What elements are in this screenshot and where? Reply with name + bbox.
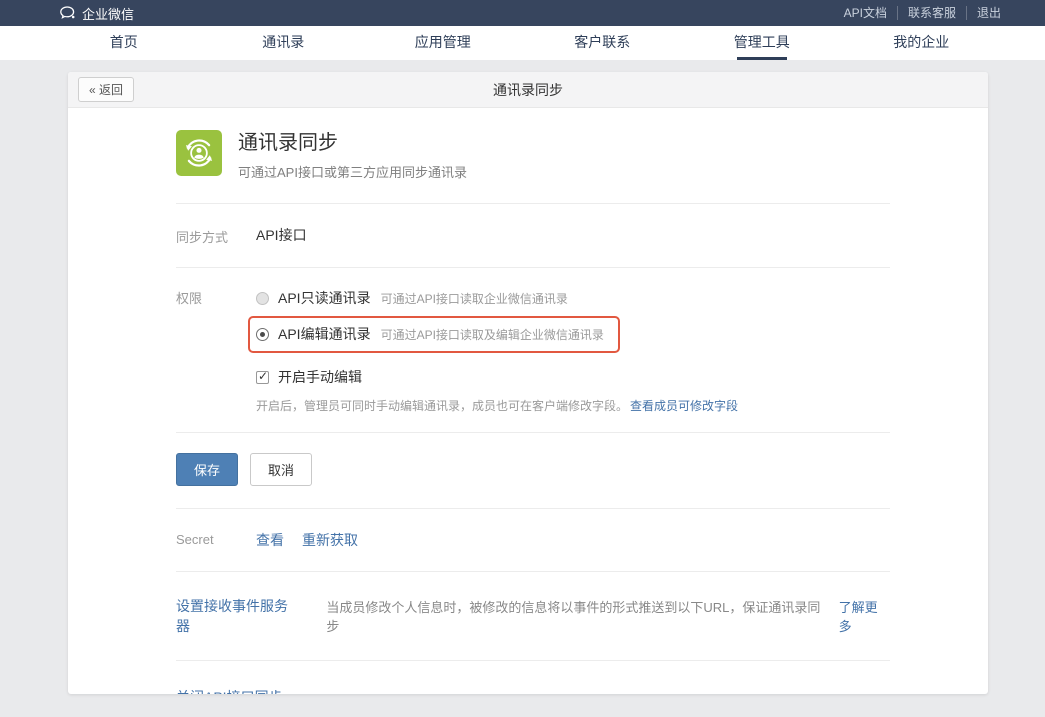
callback-server-row: 设置接收事件服务器 当成员修改个人信息时，被修改的信息将以事件的形式推送到以下U… bbox=[68, 572, 988, 660]
highlight-annotation-box: API编辑通讯录 可通过API接口读取及编辑企业微信通讯录 bbox=[248, 316, 620, 353]
permission-options: API只读通讯录 可通过API接口读取企业微信通讯录 API编辑通讯录 可通过A… bbox=[256, 286, 738, 414]
nav-item-home[interactable]: 首页 bbox=[44, 26, 204, 60]
radio-api-readonly-label[interactable]: API只读通讯录 bbox=[278, 288, 371, 308]
back-button[interactable]: « 返回 bbox=[78, 77, 134, 102]
radio-api-readonly[interactable] bbox=[256, 292, 269, 305]
close-api-sync-link[interactable]: 关闭API接口同步 bbox=[176, 689, 283, 694]
checkbox-manual-edit-label[interactable]: 开启手动编辑 bbox=[278, 367, 362, 387]
page-title: 通讯录同步 bbox=[68, 80, 988, 100]
app-title: 通讯录同步 bbox=[238, 131, 467, 156]
card-header: « 返回 通讯录同步 bbox=[68, 72, 988, 108]
nav-item-apps[interactable]: 应用管理 bbox=[363, 26, 523, 60]
checkbox-manual-edit[interactable] bbox=[256, 371, 269, 384]
app-subtitle: 可通过API接口或第三方应用同步通讯录 bbox=[238, 162, 467, 181]
contacts-sync-icon bbox=[176, 130, 222, 176]
page-background: « 返回 通讯录同步 通讯录同步 可通过API接口或第三方应用同步通讯录 bbox=[0, 60, 1045, 717]
topbar-link-contact-support[interactable]: 联系客服 bbox=[897, 6, 966, 20]
learn-more-link[interactable]: 了解更多 bbox=[839, 597, 890, 635]
action-buttons-row: 保存 取消 bbox=[68, 433, 988, 508]
app-titles: 通讯录同步 可通过API接口或第三方应用同步通讯录 bbox=[238, 130, 467, 181]
secret-refresh-link[interactable]: 重新获取 bbox=[302, 530, 358, 550]
radio-api-edit[interactable] bbox=[256, 328, 269, 341]
secret-label: Secret bbox=[176, 530, 256, 550]
nav-item-admin-tools[interactable]: 管理工具 bbox=[682, 26, 842, 60]
close-api-sync-row: 关闭API接口同步 bbox=[68, 661, 988, 694]
permission-option-edit: API编辑通讯录 可通过API接口读取及编辑企业微信通讯录 bbox=[256, 322, 604, 346]
set-callback-server-link[interactable]: 设置接收事件服务器 bbox=[176, 596, 300, 636]
view-editable-fields-link[interactable]: 查看成员可修改字段 bbox=[630, 399, 738, 413]
topbar-link-api-docs[interactable]: API文档 bbox=[834, 6, 897, 20]
nav-item-customer[interactable]: 客户联系 bbox=[523, 26, 683, 60]
permission-label: 权限 bbox=[176, 286, 256, 414]
save-button[interactable]: 保存 bbox=[176, 453, 238, 486]
topbar-links: API文档 联系客服 退出 bbox=[834, 6, 1001, 20]
nav-item-my-company[interactable]: 我的企业 bbox=[842, 26, 1002, 60]
sync-method-row: 同步方式 API接口 bbox=[68, 204, 988, 267]
main-nav: 首页 通讯录 应用管理 客户联系 管理工具 我的企业 bbox=[0, 26, 1045, 60]
sync-method-label: 同步方式 bbox=[176, 225, 256, 246]
brand[interactable]: 企业微信 bbox=[60, 4, 134, 23]
permission-row: 权限 API只读通讯录 可通过API接口读取企业微信通讯录 API编辑通讯录 可… bbox=[68, 268, 988, 432]
secret-row: Secret 查看 重新获取 bbox=[68, 509, 988, 571]
secret-links: 查看 重新获取 bbox=[256, 530, 358, 550]
manual-edit-line: 开启手动编辑 bbox=[256, 367, 738, 387]
secret-view-link[interactable]: 查看 bbox=[256, 530, 284, 550]
manual-edit-desc-text: 开启后，管理员可同时手动编辑通讯录，成员也可在客户端修改字段。 bbox=[256, 399, 628, 413]
radio-api-edit-label[interactable]: API编辑通讯录 bbox=[278, 324, 371, 344]
manual-edit-desc: 开启后，管理员可同时手动编辑通讯录，成员也可在客户端修改字段。查看成员可修改字段 bbox=[256, 397, 738, 414]
topbar-link-logout[interactable]: 退出 bbox=[966, 6, 1001, 20]
permission-option-readonly: API只读通讯录 可通过API接口读取企业微信通讯录 bbox=[256, 286, 738, 310]
brand-label: 企业微信 bbox=[82, 4, 134, 23]
cancel-button[interactable]: 取消 bbox=[250, 453, 312, 486]
app-heading-row: 通讯录同步 可通过API接口或第三方应用同步通讯录 bbox=[68, 108, 988, 203]
sync-method-value: API接口 bbox=[256, 225, 307, 246]
topbar: 企业微信 API文档 联系客服 退出 bbox=[0, 0, 1045, 26]
callback-server-desc: 当成员修改个人信息时，被修改的信息将以事件的形式推送到以下URL，保证通讯录同步 bbox=[326, 597, 826, 635]
radio-api-edit-desc: 可通过API接口读取及编辑企业微信通讯录 bbox=[381, 326, 604, 343]
wechat-work-logo-icon bbox=[60, 6, 76, 20]
radio-api-readonly-desc: 可通过API接口读取企业微信通讯录 bbox=[381, 290, 568, 307]
contact-sync-card: « 返回 通讯录同步 通讯录同步 可通过API接口或第三方应用同步通讯录 bbox=[68, 72, 988, 694]
nav-item-contacts[interactable]: 通讯录 bbox=[204, 26, 364, 60]
